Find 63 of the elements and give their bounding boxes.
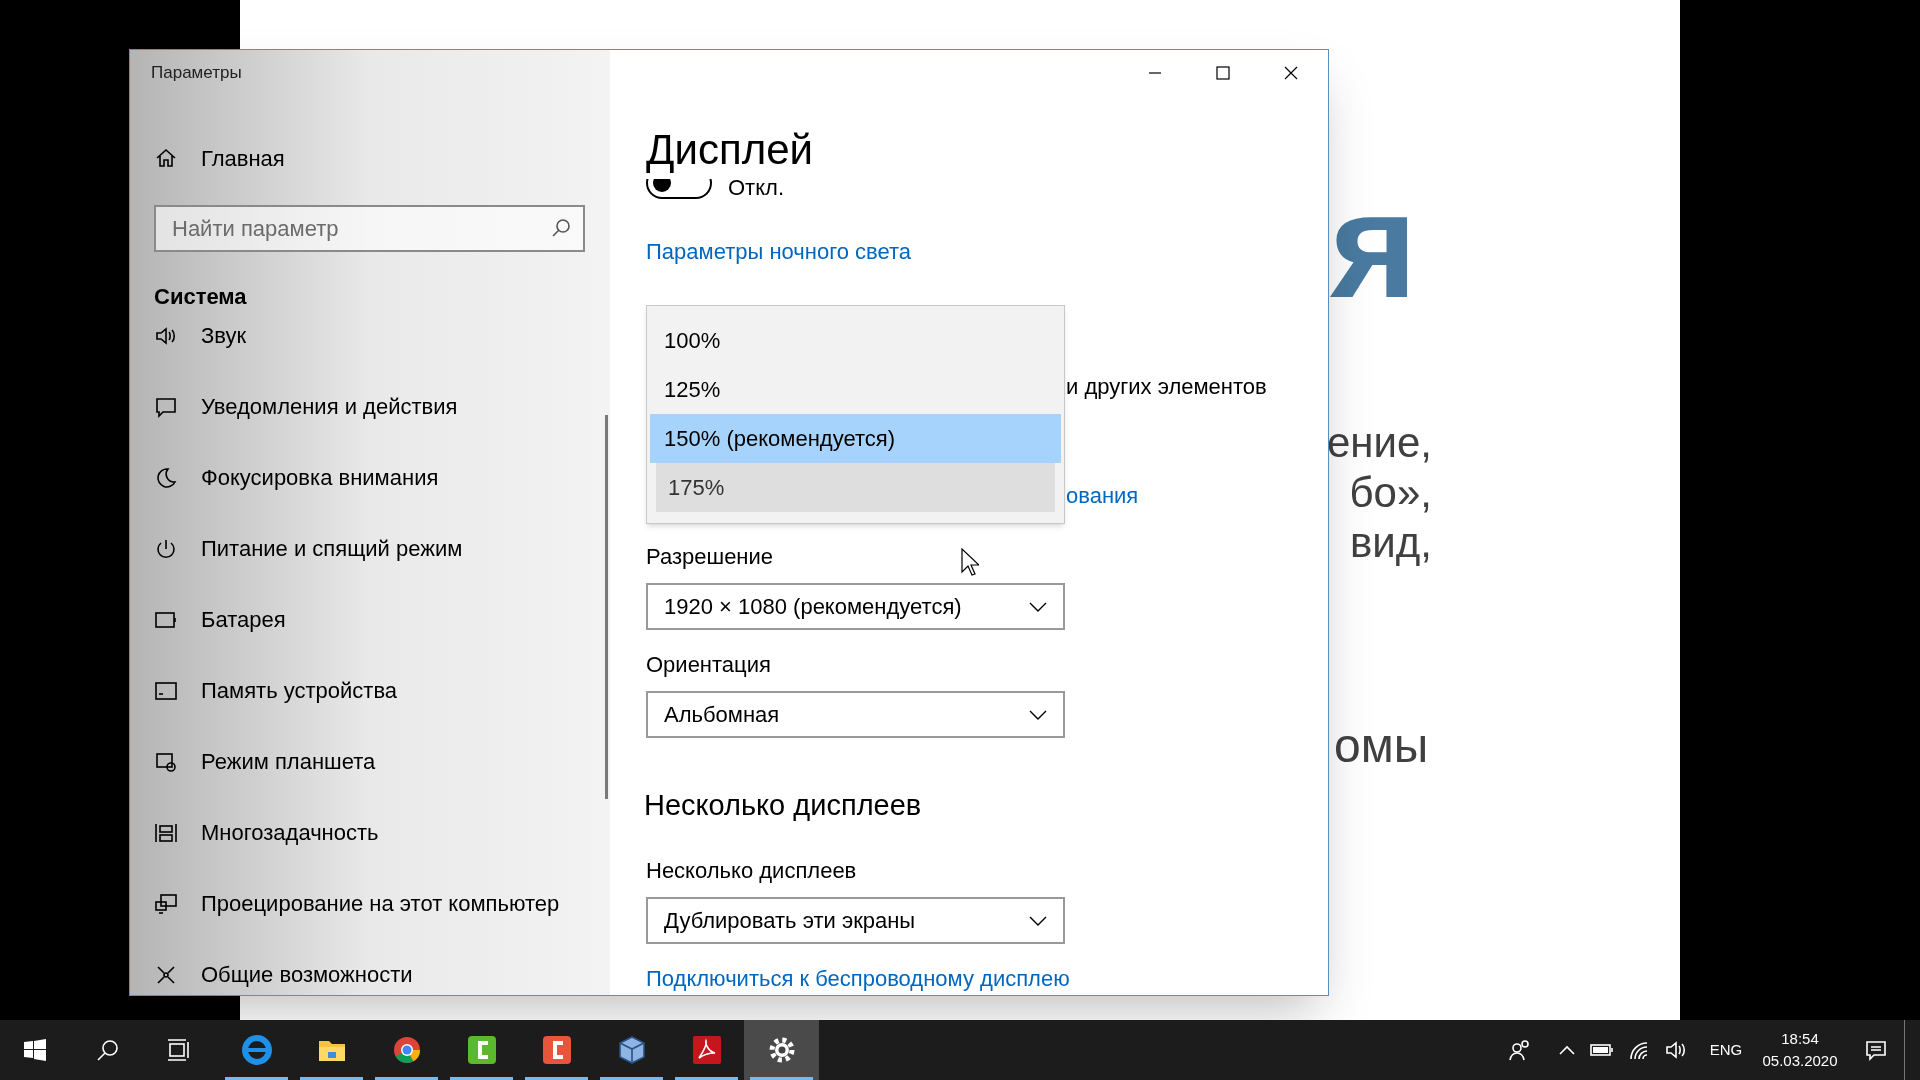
wireless-display-link[interactable]: Подключиться к беспроводному дисплею [646,961,1070,995]
section-heading: Несколько дисплеев [644,788,922,824]
cursor-icon [961,548,979,576]
people-icon [1509,1039,1531,1061]
night-light-link[interactable]: Параметры ночного света [646,234,912,268]
browser-icon [240,1034,273,1066]
battery-icon [1590,1043,1614,1057]
multiple-displays-dropdown[interactable]: Дублировать эти экраны [646,897,1065,944]
nav-item[interactable]: Проецирование на этот компьютер [154,868,586,939]
nav-item[interactable]: Фокусировка внимания [154,442,586,513]
nav-item[interactable]: Батарея [154,584,586,655]
orientation-dropdown[interactable]: Альбомная [646,691,1065,738]
projector-icon [154,891,178,916]
pdf-icon [690,1034,723,1066]
search-field[interactable]: Найти параметр [154,205,585,252]
toggle-state-label: Откл. [728,179,784,199]
nav-item[interactable]: Общие возможности [154,939,586,995]
scaling-link-fragment[interactable]: ования [1066,482,1139,510]
window-title: Параметры [151,62,242,85]
field-label: Ориентация [646,650,771,679]
maximize-icon [1216,66,1230,80]
slide-text-fragment: омы [1334,718,1429,774]
moon-icon [154,465,178,490]
windows-icon [24,1039,46,1061]
search-icon [97,1039,119,1061]
resolution-dropdown[interactable]: 1920 × 1080 (рекомендуется) [646,583,1065,630]
section-heading: Система [154,283,248,311]
dropdown-option[interactable]: 125% [650,365,1061,414]
nav-item[interactable]: Уведомления и действия [154,371,586,442]
wifi-icon [1628,1040,1650,1060]
chevron-down-icon [1029,709,1047,720]
speaker-icon [1665,1040,1687,1060]
field-label: Разрешение [646,542,774,571]
slide-text-fragment: бо», [1349,468,1432,518]
page-heading: Дисплей [646,125,813,175]
slide-title-fragment: я [1330,160,1418,330]
chevron-up-icon [1559,1045,1575,1055]
clock[interactable]: 18:54 05.03.2020 [1750,1020,1850,1080]
message-icon [1865,1039,1887,1061]
nav-item[interactable]: Многозадачность [154,797,586,868]
scrollbar[interactable] [605,415,608,799]
dropdown-option[interactable]: 150% (рекомендуется) [650,414,1061,463]
chevron-down-icon [1029,601,1047,612]
chevron-down-icon [1029,915,1047,926]
close-icon [1284,66,1298,80]
slide-text-fragment: ение, [1326,418,1432,468]
scale-description-fragment: и других элементов [1066,373,1267,401]
taskbar-app-button[interactable] [744,1020,819,1080]
dropdown-option[interactable]: 100% [650,316,1061,365]
toggle-switch[interactable] [646,179,712,199]
task-view-icon [167,1039,191,1061]
language-indicator[interactable]: ENG [1704,1020,1748,1080]
nav-item[interactable]: Режим планшета [154,726,586,797]
field-label: Несколько дисплеев [646,856,857,885]
nav-item[interactable]: Питание и спящий режим [154,513,586,584]
slide-text-fragment: вид, [1350,518,1432,568]
dropdown-option[interactable]: 175% [656,463,1055,512]
home-icon [154,146,178,170]
nav-item[interactable]: Память устройства [154,655,586,726]
home-nav-item[interactable]: Главная [154,136,586,180]
search-icon [551,218,571,238]
recorder-icon [465,1034,498,1066]
editor-icon [540,1034,573,1066]
